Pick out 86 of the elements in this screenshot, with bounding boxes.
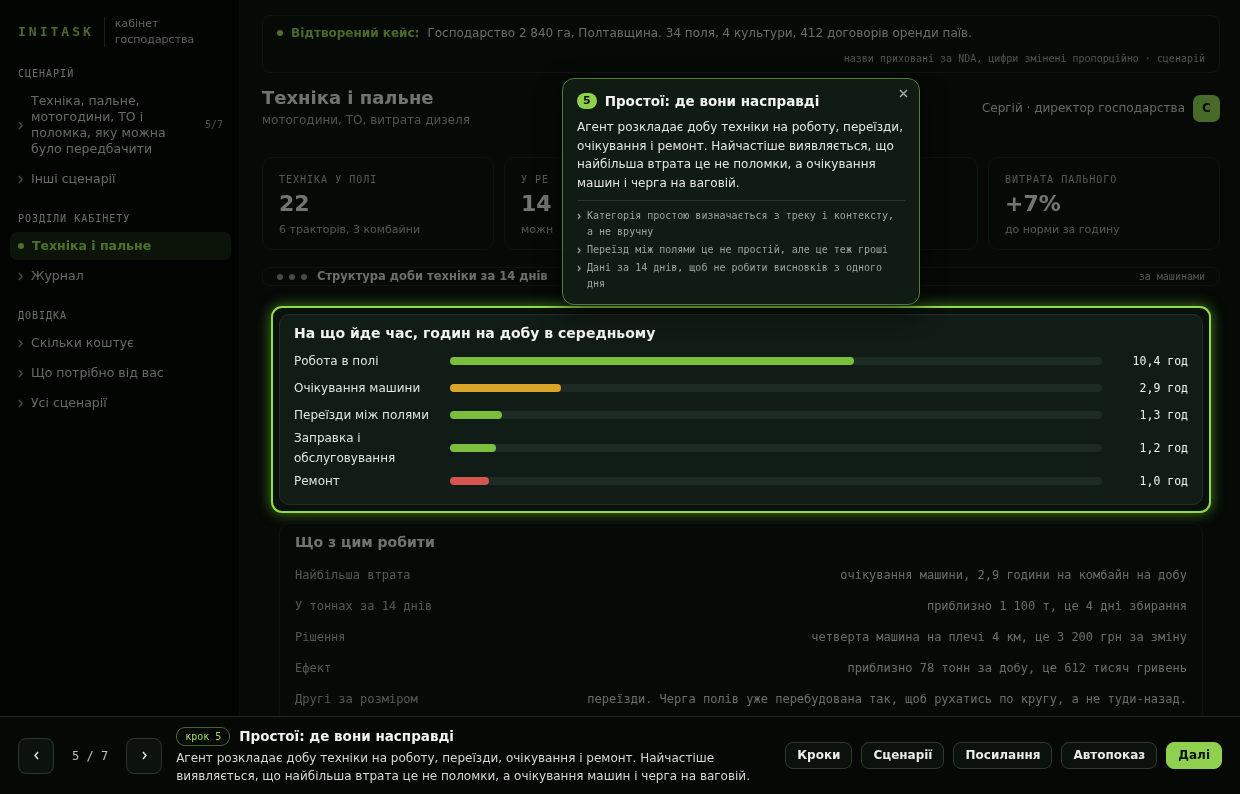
chevron-icon xyxy=(577,247,581,255)
stat-value: 22 xyxy=(279,190,310,216)
row-label: Робота в полі xyxy=(294,354,379,368)
chevron-icon xyxy=(577,213,581,221)
row-value: приблизно 1 100 т, це 4 дні збирання xyxy=(926,597,1187,615)
tour-button[interactable]: Автопоказ xyxy=(1061,742,1158,769)
chevron-icon xyxy=(18,398,23,408)
chevron-icon xyxy=(18,174,23,184)
step-description: Агент розкладає добу техніки на роботу, переїзди, очікування і ремонт. Найчастіше виявляється, що найбільша втрата це не поломки, а очікування машин і черга на ваговій. xyxy=(176,750,751,786)
row-reading: 1,3 год xyxy=(1139,408,1188,422)
dots-icon xyxy=(277,273,307,280)
popover-note: Категорія простою визначається з треку і контексту, а не вручну xyxy=(587,209,896,240)
case-label: Відтворений кейс: xyxy=(291,25,420,42)
section-link[interactable]: за машинами xyxy=(1138,269,1205,285)
stat-note: до норми за годину xyxy=(1005,222,1120,236)
step-badge: крок 5 xyxy=(176,726,231,746)
row-label: Другі за розміром xyxy=(295,690,418,708)
chevron-icon xyxy=(18,368,23,378)
stat-note: можн xyxy=(521,222,554,236)
next-step-button[interactable]: Далі xyxy=(1166,742,1222,769)
row-label: Ефект xyxy=(295,659,332,677)
row-label: Переїзди між полями xyxy=(294,408,429,422)
tour-button[interactable]: Посилання xyxy=(953,742,1053,769)
tour-button[interactable]: Кроки xyxy=(785,742,853,769)
row-label: Найбільша втрата xyxy=(295,566,411,584)
stat-label: ТЕХНІКА У ПОЛІ xyxy=(279,174,378,185)
row-reading: 10,4 год xyxy=(1132,354,1188,368)
step-title: Простої: де вони насправді xyxy=(239,726,454,746)
row-value: очікування машини, 2,9 години на комбайн на добу xyxy=(840,566,1187,584)
case-description: Господарство 2 840 га, Полтавщина. 34 поля, 4 культури, 412 договорів оренди паїв. xyxy=(427,25,972,42)
section-heading: ДОВІДКА xyxy=(18,310,68,321)
previous-button[interactable] xyxy=(18,737,54,774)
sidebar-item[interactable]: Журнал xyxy=(10,262,231,290)
chevron-icon xyxy=(577,265,581,273)
section-heading: СЦЕНАРІЙ xyxy=(18,68,75,79)
chevron-icon xyxy=(18,271,23,281)
sidebar-item[interactable]: Скільки коштує xyxy=(10,329,231,357)
row-reading: 2,9 год xyxy=(1139,381,1188,395)
user-name: Сергій · директор господарства xyxy=(981,100,1185,117)
chevron-left-icon xyxy=(33,751,39,760)
section-title: Структура доби техніки за 14 днів xyxy=(317,268,548,285)
row-label: Заправка і обслуговування xyxy=(294,431,396,465)
row-label: У тоннах за 14 днів xyxy=(295,597,433,615)
popover-note: Переїзд між полями це не простій, але це теж гроші xyxy=(587,243,889,258)
popover-text: Агент розкладає добу техніки на роботу, переїзди, очікування і ремонт. Найчастіше виявляється, що найбільша втрата це не поломки, а очікування машин і черга на ваговій. xyxy=(577,119,904,192)
sidebar-item[interactable]: Техніка, пальне, мотогодини, ТО і поломка, яку можна було передбачити 5/7 xyxy=(10,87,231,163)
section-heading: РОЗДІЛИ КАБІНЕТУ xyxy=(18,213,131,224)
close-button[interactable] xyxy=(897,87,910,100)
popover-title: Простої: де вони насправді xyxy=(604,92,820,111)
scenario-count: 5/7 xyxy=(204,118,223,132)
chevron-icon xyxy=(18,120,23,130)
logo-caption: кабінет господарства xyxy=(113,16,196,48)
row-reading: 1,0 год xyxy=(1139,474,1188,488)
step-position: 5 / 7 xyxy=(72,747,109,765)
card-title: На що йде час, годин на добу в середньому xyxy=(294,325,656,342)
step-badge: 5 xyxy=(577,93,597,110)
row-label: Рішення xyxy=(295,628,346,646)
chevron-icon xyxy=(18,338,23,348)
sidebar-item[interactable]: Що потрібно від вас xyxy=(10,359,231,387)
card-title: Що з цим робити xyxy=(295,534,435,551)
row-reading: 1,2 год xyxy=(1139,441,1188,455)
close-icon xyxy=(899,89,908,98)
stat-value: 14 xyxy=(521,190,552,216)
page-subtitle: мотогодини, ТО, витрата дизеля xyxy=(262,112,470,127)
row-value: переїзди. Черга полів уже перебудована так, щоб рухатись по кругу, а не туди-назад. xyxy=(587,690,1187,708)
popover-note: Дані за 14 днів, щоб не робити висновків з одного дня xyxy=(587,261,883,292)
row-label: Очікування машини xyxy=(294,381,421,395)
row-value: приблизно 78 тонн за добу, це 612 тисяч гривень xyxy=(847,659,1187,677)
chevron-right-icon xyxy=(141,751,147,760)
sidebar-item[interactable]: Усі сценарії xyxy=(10,389,231,417)
logo: INITASK xyxy=(17,23,95,42)
row-value: четверта машина на плечі 4 км, це 3 200 грн за зміну xyxy=(811,628,1187,646)
next-button[interactable] xyxy=(126,737,163,774)
sidebar-item[interactable]: Інші сценарії xyxy=(10,165,231,193)
stat-value: +7% xyxy=(1005,190,1061,216)
sidebar-item[interactable]: Техніка і пальне xyxy=(10,232,231,260)
stat-note: 6 тракторів, 3 комбайни xyxy=(279,222,421,236)
tour-button[interactable]: Сценарії xyxy=(861,742,945,769)
dot-icon xyxy=(18,243,24,249)
status-dot-icon xyxy=(277,30,283,36)
case-note: назви приховані за NDA, цифри змінені пропорційно · сценарій xyxy=(843,53,1205,64)
row-label: Ремонт xyxy=(294,474,340,488)
page-title: Техніка і пальне xyxy=(262,87,434,108)
stat-label: У РЕ xyxy=(521,174,550,185)
avatar[interactable]: С xyxy=(1193,94,1220,122)
stat-label: ВИТРАТА ПАЛЬНОГО xyxy=(1005,174,1118,185)
